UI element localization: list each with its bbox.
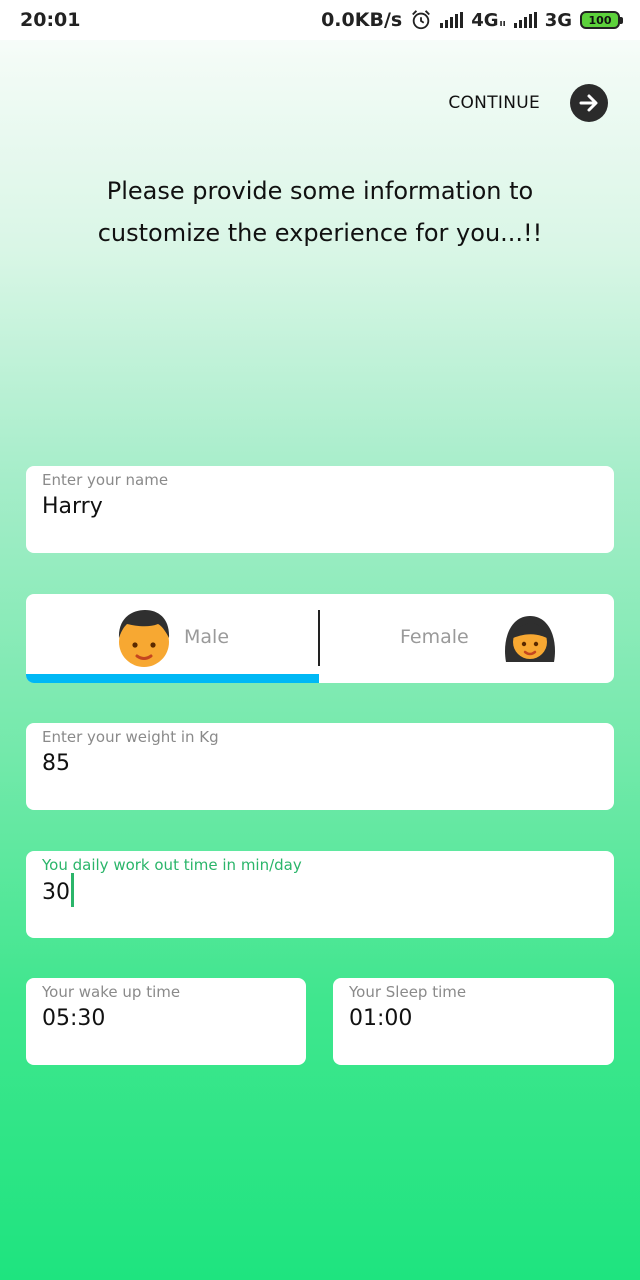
alarm-clock-icon [412,10,431,30]
name-field[interactable]: Enter your name Harry [26,466,614,553]
workout-time-field[interactable]: You daily work out time in min/day 30 [26,851,614,938]
network-speed: 0.0KB/s [321,9,403,31]
status-bar: 20:01 0.0KB/s 4Gıı 3G 100 [0,0,640,40]
weight-field-label: Enter your weight in Kg [42,728,219,746]
status-icons: 0.0KB/s 4Gıı 3G 100 [321,9,623,31]
arrow-right-circle-icon[interactable] [570,84,608,122]
continue-label: CONTINUE [448,93,540,113]
status-time: 20:01 [20,9,81,31]
gender-selected-indicator [26,674,319,683]
male-avatar-icon [118,610,170,667]
workout-time-field-value-wrap[interactable]: 30 [42,873,74,907]
battery-level: 100 [588,13,612,27]
wake-up-time-label: Your wake up time [42,983,181,1001]
name-field-label: Enter your name [42,471,169,489]
text-cursor [71,873,74,907]
gender-label-male: Male [184,626,230,648]
signal-icon [513,12,537,28]
weight-field-value[interactable]: 85 [42,751,70,776]
gender-option-female[interactable]: Female [320,594,614,683]
wake-up-time-value[interactable]: 05:30 [42,1006,105,1031]
gender-option-male[interactable]: Male [26,594,320,683]
female-avatar-icon [505,616,555,662]
sleep-time-label: Your Sleep time [349,983,467,1001]
network-type-1: 4Gıı [471,9,506,31]
battery-icon: 100 [580,11,623,29]
network-type-2: 3G [544,9,572,31]
sleep-time-field[interactable]: Your Sleep time 01:00 [333,978,614,1065]
workout-time-field-label: You daily work out time in min/day [42,856,302,874]
name-field-value[interactable]: Harry [42,494,103,519]
weight-field[interactable]: Enter your weight in Kg 85 [26,723,614,810]
page-headline: Please provide some information to custo… [97,177,543,247]
workout-time-field-value[interactable]: 30 [42,880,70,905]
gender-label-female: Female [400,626,469,648]
gender-selector: Male Female [26,594,614,683]
signal-icon [440,12,464,28]
wake-up-time-field[interactable]: Your wake up time 05:30 [26,978,306,1065]
continue-button[interactable]: CONTINUE [448,84,608,122]
sleep-time-value[interactable]: 01:00 [349,1006,412,1031]
